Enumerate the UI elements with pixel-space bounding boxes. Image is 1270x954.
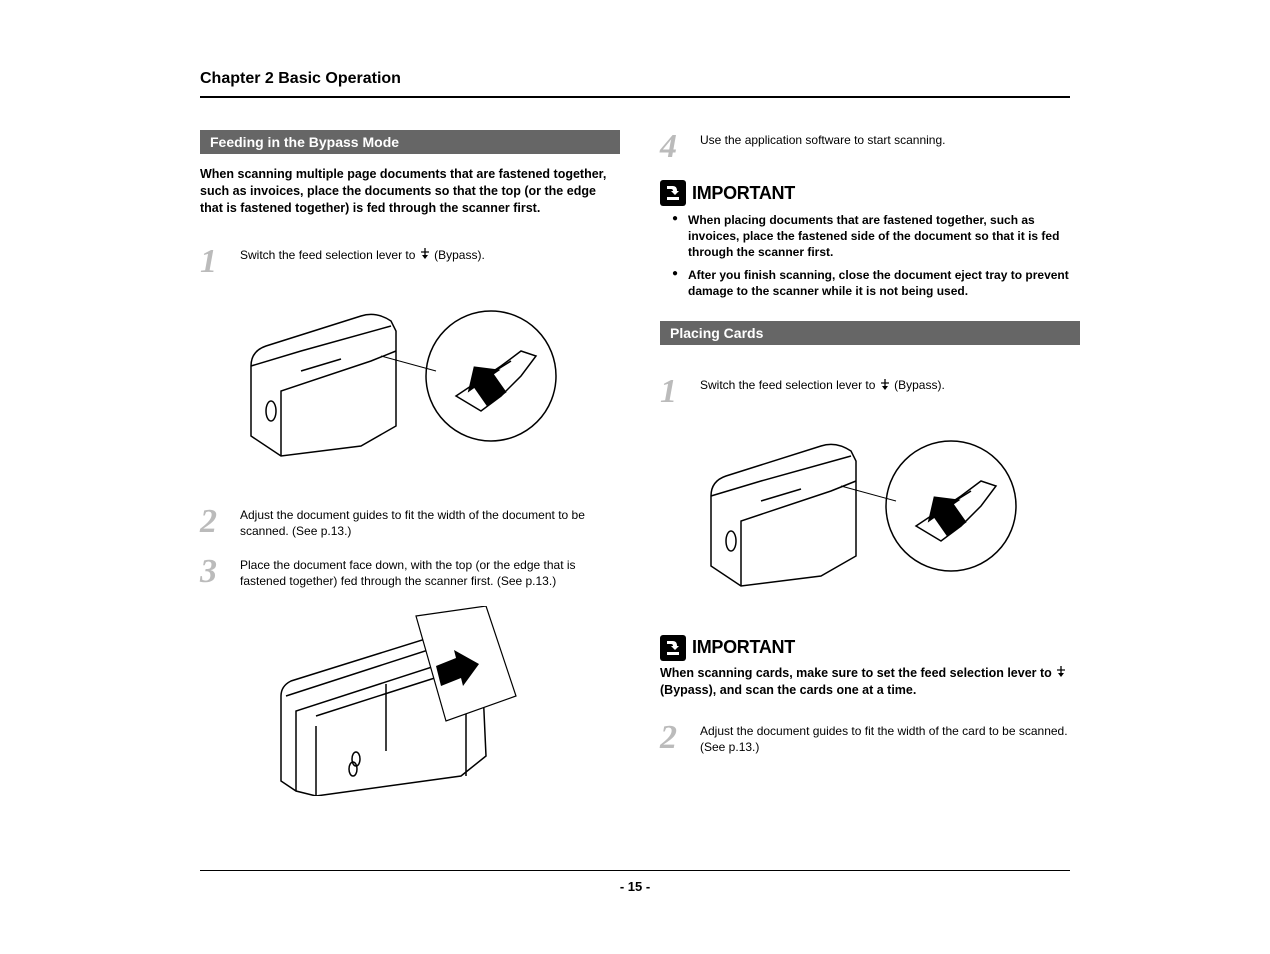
bypass-step-2: 2 Adjust the document guides to fit the … [200, 505, 620, 539]
important-text-part-a: When scanning cards, make sure to set th… [660, 666, 1055, 680]
step-text-part-b: (Bypass). [434, 248, 485, 262]
step-number: 3 [200, 555, 224, 589]
right-column: 4 Use the application software to start … [660, 130, 1080, 825]
cards-step-1: 1 Switch the feed selection lever to (By… [660, 375, 1080, 409]
section-heading-bypass: Feeding in the Bypass Mode [200, 130, 620, 154]
section-heading-cards: Placing Cards [660, 321, 1080, 345]
step-text: Use the application software to start sc… [700, 130, 945, 164]
chapter-title: Chapter 2 Basic Operation [200, 70, 1070, 88]
important-icon [660, 635, 686, 661]
cards-step-2: 2 Adjust the document guides to fit the … [660, 721, 1080, 755]
step-number: 4 [660, 130, 684, 164]
bypass-icon [1057, 665, 1065, 682]
bypass-icon [881, 378, 889, 394]
bypass-step-1: 1 Switch the feed selection lever to (By… [200, 245, 620, 279]
figure-document-place [240, 605, 572, 797]
important-icon [660, 180, 686, 206]
step-number: 2 [660, 721, 684, 755]
step-text: Adjust the document guides to fit the wi… [700, 721, 1075, 755]
step-text: Place the document face down, with the t… [240, 555, 615, 589]
step-text: Switch the feed selection lever to (Bypa… [240, 245, 485, 279]
step-number: 1 [200, 245, 224, 279]
important-label: IMPORTANT [692, 183, 795, 204]
step-text: Switch the feed selection lever to (Bypa… [700, 375, 945, 409]
important-item: After you finish scanning, close the doc… [688, 267, 1080, 299]
step-number: 1 [660, 375, 684, 409]
step-text-part-a: Switch the feed selection lever to [700, 378, 879, 392]
important-text: When scanning cards, make sure to set th… [660, 665, 1080, 699]
figure-lever-bypass [240, 295, 572, 477]
page-number: - 15 - [620, 879, 650, 894]
bypass-step-3: 3 Place the document face down, with the… [200, 555, 620, 589]
step-number: 2 [200, 505, 224, 539]
bypass-step-4: 4 Use the application software to start … [660, 130, 1080, 164]
chapter-rule [200, 96, 1070, 98]
figure-lever-cards [700, 425, 1032, 607]
bypass-intro: When scanning multiple page documents th… [200, 166, 620, 217]
step-text-part-b: (Bypass). [894, 378, 945, 392]
page-footer: - 15 - [200, 870, 1070, 894]
important-block-2: IMPORTANT When scanning cards, make sure… [660, 635, 1080, 699]
important-block-1: IMPORTANT When placing documents that ar… [660, 180, 1080, 299]
left-column: Feeding in the Bypass Mode When scanning… [200, 130, 620, 825]
important-label: IMPORTANT [692, 637, 795, 658]
step-text-part-a: Switch the feed selection lever to [240, 248, 419, 262]
important-list-1: When placing documents that are fastened… [660, 212, 1080, 299]
step-text: Adjust the document guides to fit the wi… [240, 505, 615, 539]
important-item: When placing documents that are fastened… [688, 212, 1080, 261]
bypass-icon [421, 247, 429, 263]
important-text-part-b: (Bypass), and scan the cards one at a ti… [660, 683, 916, 697]
